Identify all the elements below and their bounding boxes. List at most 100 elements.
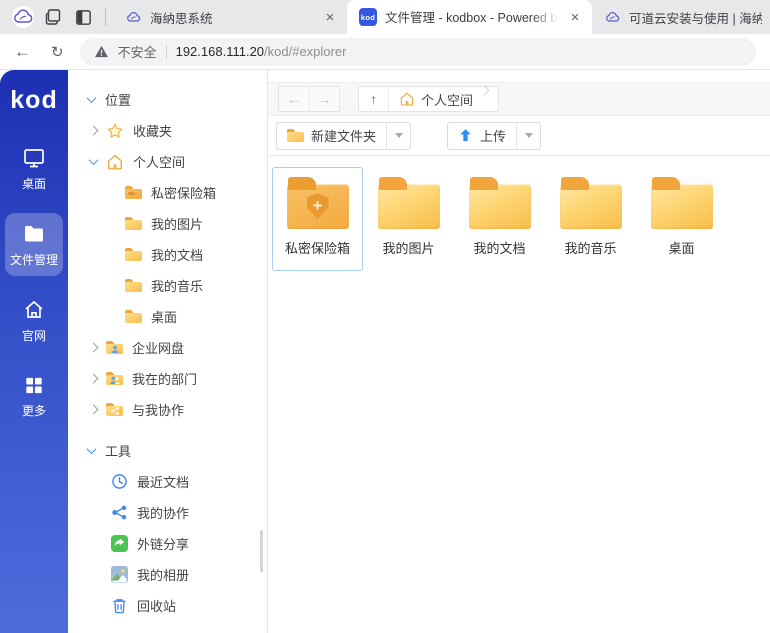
file-item-desktop[interactable]: 桌面: [636, 167, 727, 271]
file-grid: + 私密保险箱 我的图片 我的文档 我的音乐 桌面: [268, 156, 770, 271]
tree-section-file-types[interactable]: 文件类型: [68, 625, 267, 633]
cloud-favicon-icon: [125, 9, 142, 26]
kodbox-favicon-icon: kod: [359, 8, 377, 26]
cloud-favicon-icon: [604, 9, 621, 26]
tree-item-shared-with-me[interactable]: 与我协作: [68, 394, 267, 425]
file-item-my-music[interactable]: 我的音乐: [545, 167, 636, 271]
chevron-down-icon[interactable]: [89, 155, 99, 165]
home-folder-icon: [106, 153, 124, 171]
not-secure-warning-icon: [94, 45, 109, 58]
nav-item-more[interactable]: 更多: [5, 365, 63, 427]
breadcrumb-bar: ← → ↑ 个人空间: [268, 82, 770, 116]
breadcrumb-label: 个人空间: [421, 90, 473, 109]
tree-item-desktop[interactable]: 桌面: [68, 301, 267, 332]
folder-large-icon: [560, 177, 622, 229]
breadcrumb-current[interactable]: 个人空间: [389, 87, 479, 111]
tree-section-location[interactable]: 位置: [68, 84, 267, 115]
file-item-my-documents[interactable]: 我的文档: [454, 167, 545, 271]
up-directory-button[interactable]: ↑: [359, 87, 389, 111]
tree-item-external-share[interactable]: 外链分享: [68, 528, 267, 559]
tab-title: 可道云安装与使用 | 海纳思: [629, 8, 762, 27]
new-folder-label: 新建文件夹: [311, 126, 376, 145]
chevron-right-icon[interactable]: [89, 126, 99, 136]
file-name: 桌面: [668, 238, 694, 257]
grid-icon: [22, 374, 46, 397]
nav-item-label: 官网: [22, 327, 46, 344]
tab-close-icon[interactable]: ×: [321, 8, 339, 26]
folder-icon: [125, 248, 142, 261]
tree-item-my-music[interactable]: 我的音乐: [68, 270, 267, 301]
new-folder-button[interactable]: 新建文件夹: [277, 123, 386, 149]
url-text[interactable]: 192.168.111.20/kod/#explorer: [176, 44, 347, 59]
tree-item-my-department[interactable]: 我在的部门: [68, 363, 267, 394]
folder-tree-panel: 位置 收藏夹 个人空间 私密保险箱 我的图片 我的文档 我的音乐: [68, 70, 268, 633]
upload-arrow-icon: [458, 128, 473, 143]
vertical-tabs-icon[interactable]: [68, 2, 98, 32]
safe-folder-large-icon: +: [287, 177, 349, 229]
tree-section-label: 工具: [105, 441, 131, 460]
browser-tab-kodbox-active[interactable]: kod 文件管理 - kodbox - Powered by ×: [347, 0, 592, 34]
clock-icon: [111, 473, 128, 490]
url-path: /kod/#explorer: [264, 44, 346, 59]
nav-item-file-manager[interactable]: 文件管理: [5, 213, 63, 276]
upload-button[interactable]: 上传: [448, 123, 516, 149]
share-folder-icon: [106, 403, 123, 416]
folder-large-icon: [651, 177, 713, 229]
chevron-right-icon[interactable]: [89, 374, 99, 384]
tree-item-label: 最近文档: [137, 472, 189, 491]
chevron-right-icon[interactable]: [89, 343, 99, 353]
chevron-down-icon[interactable]: [87, 444, 97, 454]
file-name: 私密保险箱: [285, 238, 350, 257]
security-status-label[interactable]: 不安全: [118, 42, 157, 61]
new-folder-split-button: 新建文件夹: [276, 122, 411, 150]
chevron-down-icon[interactable]: [87, 93, 97, 103]
tree-item-recent-docs[interactable]: 最近文档: [68, 466, 267, 497]
tree-scrollbar[interactable]: [260, 530, 263, 572]
tree-item-label: 私密保险箱: [151, 183, 216, 202]
nav-item-label: 文件管理: [10, 251, 58, 268]
tree-item-personal-space[interactable]: 个人空间: [68, 146, 267, 177]
browser-profile-cloud-icon[interactable]: [8, 2, 38, 32]
folder-icon: [287, 129, 304, 142]
file-item-my-pictures[interactable]: 我的图片: [363, 167, 454, 271]
desktop-icon: [21, 146, 47, 170]
history-back-button[interactable]: ←: [279, 87, 309, 111]
folder-icon: [125, 310, 142, 323]
tree-item-label: 我的文档: [151, 245, 203, 264]
folder-icon: [21, 222, 47, 246]
url-host: 192.168.111.20: [176, 44, 264, 59]
trash-icon: [111, 597, 128, 614]
breadcrumb-chevron-icon: [480, 86, 490, 96]
folder-large-icon: [469, 177, 531, 229]
nav-item-desktop[interactable]: 桌面: [5, 137, 63, 200]
tree-item-my-album[interactable]: 我的相册: [68, 559, 267, 590]
tree-item-my-collaboration[interactable]: 我的协作: [68, 497, 267, 528]
tree-item-favorites[interactable]: 收藏夹: [68, 115, 267, 146]
reload-icon[interactable]: ↻: [51, 43, 64, 61]
tree-item-private-safe[interactable]: 私密保险箱: [68, 177, 267, 208]
tree-item-label: 外链分享: [137, 534, 189, 553]
upload-dropdown[interactable]: [516, 123, 540, 149]
tree-section-tools[interactable]: 工具: [68, 435, 267, 466]
new-folder-dropdown[interactable]: [386, 123, 410, 149]
chevron-right-icon[interactable]: [89, 405, 99, 415]
file-name: 我的音乐: [564, 238, 616, 257]
browser-tab-hainasi[interactable]: 海纳思系统 ×: [113, 0, 347, 34]
tree-item-recycle-bin[interactable]: 回收站: [68, 590, 267, 621]
caret-down-icon: [395, 133, 403, 138]
address-field[interactable]: 不安全 192.168.111.20/kod/#explorer: [80, 38, 756, 66]
file-item-private-safe[interactable]: + 私密保险箱: [272, 167, 363, 271]
tree-item-enterprise-drive[interactable]: 企业网盘: [68, 332, 267, 363]
history-forward-button[interactable]: →: [309, 87, 339, 111]
kod-logo: kod: [10, 86, 57, 115]
path-group: ↑ 个人空间: [358, 86, 499, 112]
browser-tab-kodcloud-docs[interactable]: 可道云安装与使用 | 海纳思: [592, 0, 770, 34]
tree-item-my-pictures[interactable]: 我的图片: [68, 208, 267, 239]
tree-item-my-documents[interactable]: 我的文档: [68, 239, 267, 270]
nav-item-label: 桌面: [22, 175, 46, 192]
nav-item-website[interactable]: 官网: [5, 289, 63, 352]
back-icon[interactable]: ←: [14, 42, 31, 62]
tab-close-icon[interactable]: ×: [566, 8, 584, 26]
tab-group-icon[interactable]: [38, 2, 68, 32]
explorer-panel: ← → ↑ 个人空间 新建文件夹: [268, 70, 770, 633]
